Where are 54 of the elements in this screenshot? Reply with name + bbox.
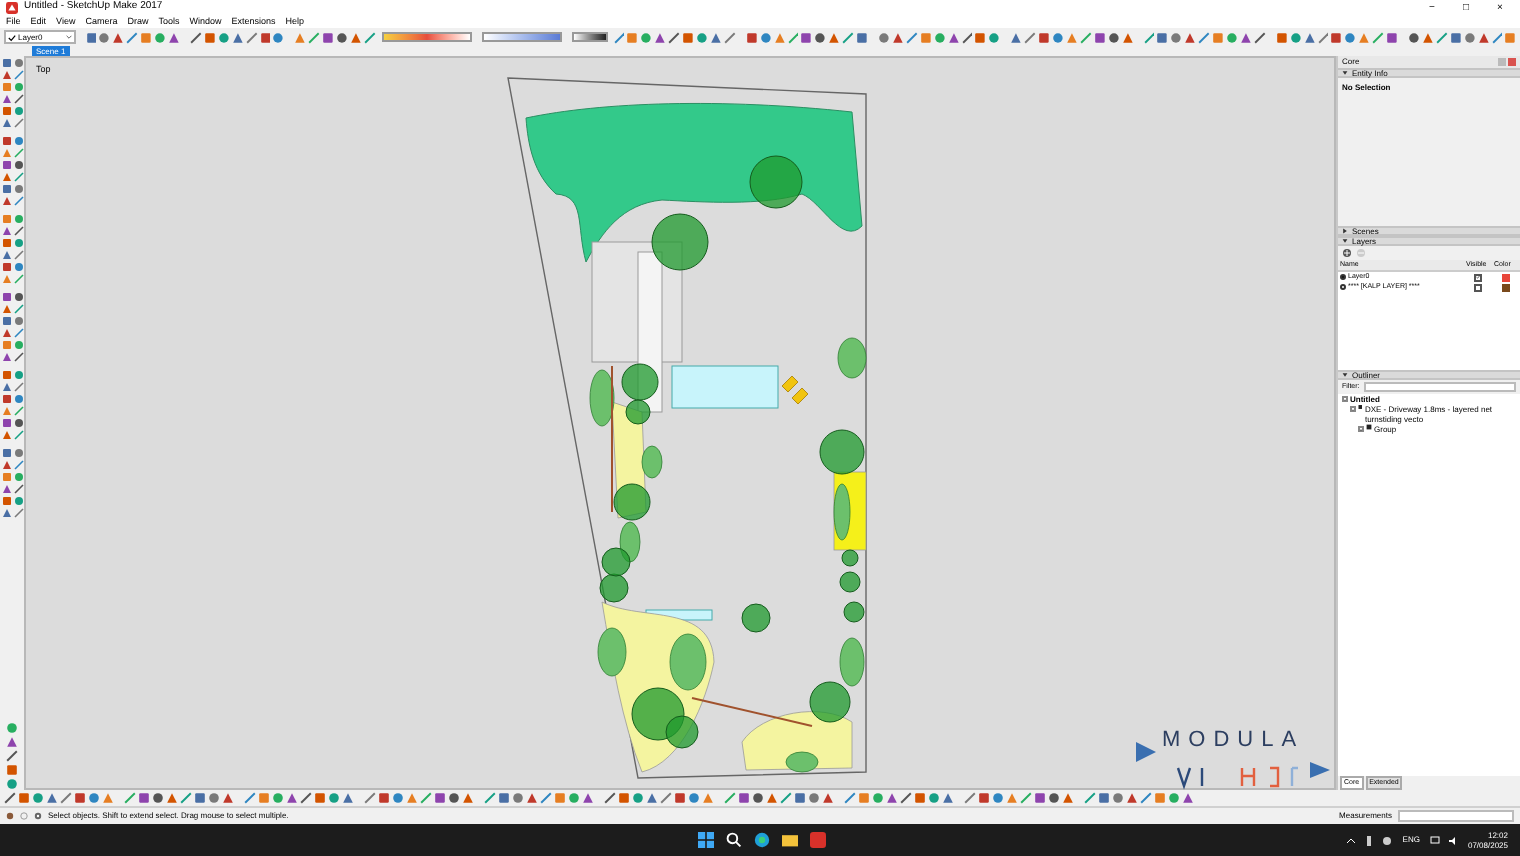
tree-canopy [819,429,865,475]
tree-canopy [809,681,851,723]
tree-canopy [613,483,651,521]
component-icon [1366,424,1372,431]
shrub-drawing [589,369,615,427]
shrub-drawing [839,637,865,687]
speaker-icon[interactable] [1447,835,1458,845]
fence-line [691,697,813,727]
credits-icon[interactable] [20,812,28,820]
shrub-drawing [597,627,627,677]
monitor-icon[interactable] [1429,835,1440,845]
logo-text: MODULA [1162,730,1305,752]
measurements-field[interactable] [1398,810,1514,822]
caret-icon[interactable] [1346,835,1357,845]
visible-checkbox[interactable] [1474,283,1482,292]
deck-chair-drawing [781,375,809,405]
component-icon [1358,404,1363,411]
check-icon [8,33,16,41]
tree-canopy [651,213,709,271]
filter-field[interactable] [1363,382,1516,393]
browser-icon[interactable] [754,832,770,848]
folder-icon[interactable] [782,832,798,848]
tree-canopy [841,549,859,567]
current-layer-radio[interactable] [1340,284,1346,291]
start-icon[interactable] [698,832,714,848]
tree-canopy [839,571,861,593]
shrub-drawing [669,633,707,691]
help-icon[interactable] [34,812,42,820]
expand-toggle[interactable] [1342,396,1348,403]
shrub-drawing [619,521,641,563]
geo-location-icon[interactable] [6,812,14,820]
caret-icon [65,34,72,40]
tree-canopy [749,155,803,209]
shrub-drawing [785,751,819,773]
scale-bar [381,32,473,42]
tree-canopy [599,573,629,603]
expand-toggle[interactable] [1350,406,1356,413]
scale-bar [482,32,562,42]
shrub-drawing [837,337,867,379]
tree-canopy [843,601,865,623]
expand-toggle[interactable] [1358,426,1364,433]
add-layer-icon[interactable] [1342,248,1352,258]
scale-bar [571,32,608,42]
tree-canopy [741,603,771,633]
search-icon[interactable] [726,832,742,848]
gear-icon[interactable] [1382,835,1393,845]
tree-canopy [601,547,631,577]
shrub-drawing [641,445,663,479]
pool-drawing [671,365,779,409]
color-swatch[interactable] [1502,283,1510,292]
shrub-drawing [833,483,851,541]
visible-checkbox[interactable] [1474,273,1482,282]
color-swatch[interactable] [1502,273,1510,282]
current-layer-radio[interactable] [1340,274,1346,281]
